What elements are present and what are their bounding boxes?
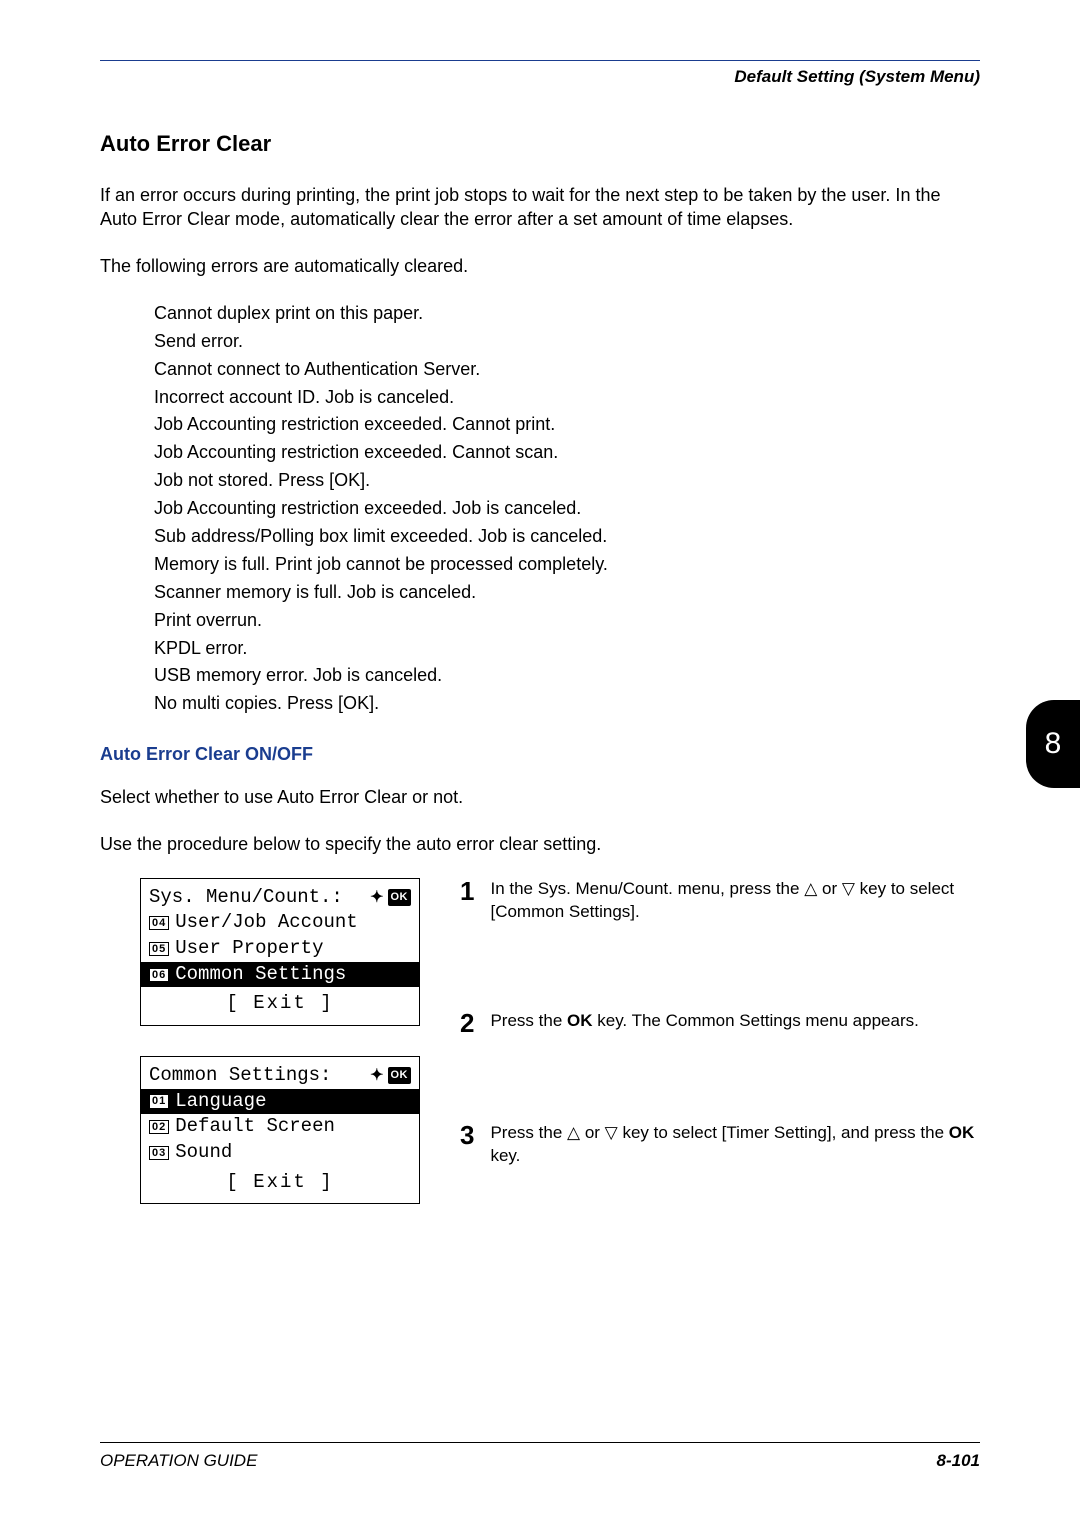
lcd1-row: 05 User Property xyxy=(149,936,411,962)
lcd1-row: 04 User/Job Account xyxy=(149,910,411,936)
triangle-down-icon: ▽ xyxy=(842,879,855,898)
error-item: Send error. xyxy=(154,328,980,356)
ok-badge: OK xyxy=(388,1067,412,1084)
step-number: 2 xyxy=(460,1010,474,1036)
subsection-p1: Select whether to use Auto Error Clear o… xyxy=(100,785,980,809)
chapter-number: 8 xyxy=(1045,727,1062,761)
lcd2-exit: [ Exit ] xyxy=(149,1166,411,1196)
triangle-up-icon: △ xyxy=(804,879,817,898)
row-label: User Property xyxy=(175,936,323,962)
error-item: Job Accounting restriction exceeded. Job… xyxy=(154,495,980,523)
lcd-screen-sys-menu: Sys. Menu/Count.: ✦ OK 04 User/Job Accou… xyxy=(140,878,420,1026)
subsection-title: Auto Error Clear ON/OFF xyxy=(100,744,980,765)
step-1: 1 In the Sys. Menu/Count. menu, press th… xyxy=(460,878,980,924)
nav-arrows-icon: ✦ xyxy=(370,887,383,909)
row-number: 04 xyxy=(149,916,169,930)
row-label: Default Screen xyxy=(175,1114,335,1140)
lcd2-title: Common Settings: xyxy=(149,1063,331,1089)
step-3: 3 Press the △ or ▽ key to select [Timer … xyxy=(460,1122,980,1168)
step-number: 3 xyxy=(460,1122,474,1168)
intro-text: If an error occurs during printing, the … xyxy=(100,183,980,232)
page-footer: OPERATION GUIDE 8-101 xyxy=(100,1442,980,1471)
error-item: KPDL error. xyxy=(154,635,980,663)
error-item: Job not stored. Press [OK]. xyxy=(154,467,980,495)
subsection-p2: Use the procedure below to specify the a… xyxy=(100,832,980,856)
error-item: Print overrun. xyxy=(154,607,980,635)
list-intro: The following errors are automatically c… xyxy=(100,254,980,278)
breadcrumb: Default Setting (System Menu) xyxy=(100,67,980,87)
error-item: Incorrect account ID. Job is canceled. xyxy=(154,384,980,412)
error-list: Cannot duplex print on this paper. Send … xyxy=(154,300,980,718)
error-item: Cannot connect to Authentication Server. xyxy=(154,356,980,384)
lcd2-row-selected: 01 Language xyxy=(141,1089,419,1115)
error-item: Memory is full. Print job cannot be proc… xyxy=(154,551,980,579)
lcd2-row: 02 Default Screen xyxy=(149,1114,411,1140)
lcd1-row-selected: 06 Common Settings xyxy=(141,962,419,988)
lcd2-row: 03 Sound xyxy=(149,1140,411,1166)
triangle-up-icon: △ xyxy=(567,1123,580,1142)
footer-left: OPERATION GUIDE xyxy=(100,1451,257,1471)
error-item: Job Accounting restriction exceeded. Can… xyxy=(154,411,980,439)
error-item: USB memory error. Job is canceled. xyxy=(154,662,980,690)
row-number: 06 xyxy=(149,968,169,982)
row-label: Sound xyxy=(175,1140,232,1166)
row-label: User/Job Account xyxy=(175,910,357,936)
lcd-screen-common-settings: Common Settings: ✦ OK 01 Language 02 Def… xyxy=(140,1056,420,1204)
step-text: Press the OK key. The Common Settings me… xyxy=(490,1010,918,1036)
error-item: Sub address/Polling box limit exceeded. … xyxy=(154,523,980,551)
row-number: 05 xyxy=(149,942,169,956)
section-title: Auto Error Clear xyxy=(100,131,980,157)
step-2: 2 Press the OK key. The Common Settings … xyxy=(460,1010,980,1036)
chapter-tab: 8 xyxy=(1026,700,1080,788)
error-item: Scanner memory is full. Job is canceled. xyxy=(154,579,980,607)
lcd1-title: Sys. Menu/Count.: xyxy=(149,885,343,911)
step-text: In the Sys. Menu/Count. menu, press the … xyxy=(490,878,980,924)
triangle-down-icon: ▽ xyxy=(605,1123,618,1142)
row-number: 01 xyxy=(149,1094,169,1108)
error-item: Cannot duplex print on this paper. xyxy=(154,300,980,328)
ok-badge: OK xyxy=(388,889,412,906)
lcd1-exit: [ Exit ] xyxy=(149,987,411,1017)
row-label: Common Settings xyxy=(175,962,346,988)
error-item: Job Accounting restriction exceeded. Can… xyxy=(154,439,980,467)
error-item: No multi copies. Press [OK]. xyxy=(154,690,980,718)
row-number: 02 xyxy=(149,1120,169,1134)
row-label: Language xyxy=(175,1089,266,1115)
header-rule xyxy=(100,60,980,61)
footer-right: 8-101 xyxy=(937,1451,980,1471)
nav-arrows-icon: ✦ xyxy=(370,1065,383,1087)
row-number: 03 xyxy=(149,1146,169,1160)
step-number: 1 xyxy=(460,878,474,924)
step-text: Press the △ or ▽ key to select [Timer Se… xyxy=(490,1122,980,1168)
